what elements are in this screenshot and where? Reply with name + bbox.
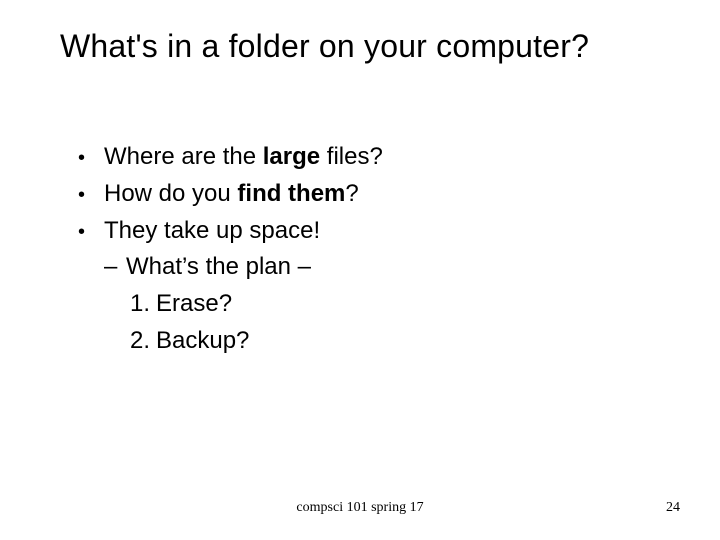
bullet-item-2: • How do you find them? bbox=[78, 177, 660, 212]
text-span: ? bbox=[345, 180, 358, 207]
bullet-text: How do you find them? bbox=[104, 177, 660, 212]
dash-icon: – bbox=[104, 250, 126, 285]
text-span: Where are the bbox=[104, 143, 263, 170]
text-bold: large bbox=[263, 143, 320, 170]
numbered-text: Erase? bbox=[156, 287, 660, 322]
sub-bullet-text: What’s the plan – bbox=[126, 250, 660, 285]
slide-title: What's in a folder on your computer? bbox=[60, 28, 680, 65]
text-span: files? bbox=[320, 143, 383, 170]
footer-course: compsci 101 spring 17 bbox=[0, 500, 720, 516]
text-span: – bbox=[298, 253, 311, 280]
slide: What's in a folder on your computer? • W… bbox=[0, 0, 720, 540]
slide-body: • Where are the large files? • How do yo… bbox=[78, 140, 660, 361]
sub-bullet-dash: – What’s the plan – bbox=[104, 250, 660, 285]
text-bold: find them bbox=[237, 180, 345, 207]
bullet-text: Where are the large files? bbox=[104, 140, 660, 175]
numbered-item-1: 1. Erase? bbox=[130, 287, 660, 322]
bullet-item-1: • Where are the large files? bbox=[78, 140, 660, 175]
numbered-text: Backup? bbox=[156, 324, 660, 359]
text-span: How do you bbox=[104, 180, 237, 207]
bullet-icon: • bbox=[78, 216, 104, 248]
bullet-icon: • bbox=[78, 142, 104, 174]
number-icon: 1. bbox=[130, 287, 156, 322]
bullet-item-3: • They take up space! bbox=[78, 214, 660, 249]
bullet-icon: • bbox=[78, 179, 104, 211]
number-icon: 2. bbox=[130, 324, 156, 359]
footer-page-number: 24 bbox=[666, 500, 680, 516]
text-span: What’s the plan bbox=[126, 253, 298, 280]
bullet-text: They take up space! bbox=[104, 214, 660, 249]
numbered-item-2: 2. Backup? bbox=[130, 324, 660, 359]
